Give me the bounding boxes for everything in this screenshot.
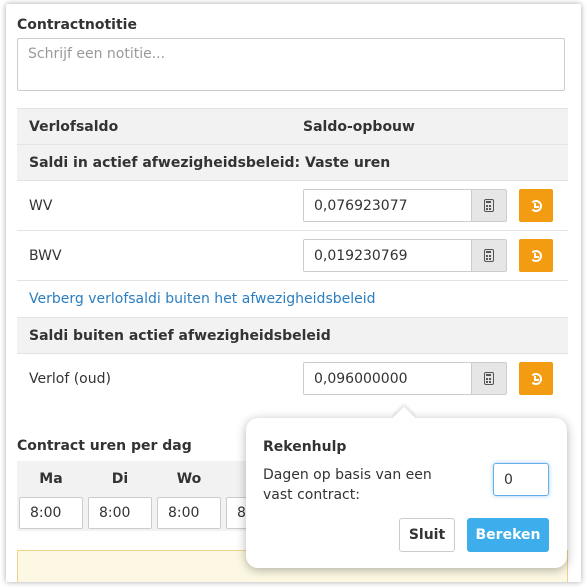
- day-name: Ma: [39, 471, 63, 487]
- days-input[interactable]: [493, 463, 549, 496]
- calculator-icon: [484, 199, 494, 212]
- table-row: BWV: [17, 230, 568, 281]
- group-active-heading: Saldi in actief afwezigheidsbeleid: Vast…: [17, 144, 568, 181]
- saldo-input-bwv[interactable]: [304, 240, 471, 271]
- calculator-icon: [484, 372, 494, 386]
- day-hours-input[interactable]: [19, 497, 83, 529]
- day-hours-input[interactable]: [88, 497, 152, 529]
- table-row: Verlof (oud): [17, 353, 568, 404]
- calculate-button[interactable]: Bereken: [467, 518, 549, 552]
- day-column: Wo: [155, 461, 223, 529]
- saldo-input-group: [303, 189, 507, 222]
- popover-title: Rekenhulp: [263, 439, 347, 455]
- saldo-input-group: [303, 362, 507, 396]
- calculator-popover: Rekenhulp Dagen op basis van een vast co…: [246, 406, 567, 568]
- contract-hours-label: Contract uren per dag: [17, 438, 192, 454]
- close-button[interactable]: Sluit: [399, 518, 455, 552]
- day-column: Ma: [17, 461, 85, 529]
- day-hours-input[interactable]: [157, 497, 221, 529]
- saldo-input-group: [303, 239, 507, 272]
- history-icon: [530, 372, 542, 385]
- group-outside-heading: Saldi buiten actief afwezigheidsbeleid: [17, 317, 568, 354]
- reset-button[interactable]: [519, 239, 553, 272]
- col-verlofsaldo: Verlofsaldo: [17, 108, 291, 145]
- saldo-name: Verlof (oud): [17, 353, 291, 404]
- calculator-button[interactable]: [471, 363, 506, 395]
- toggle-outside-link[interactable]: Verberg verlofsaldi buiten het afwezighe…: [29, 291, 376, 307]
- contract-panel: Contractnotitie Verlofsaldo Saldo-opbouw…: [6, 4, 581, 582]
- table-row: WV: [17, 180, 568, 231]
- saldo-table: Verlofsaldo Saldo-opbouw Saldi in actief…: [17, 108, 568, 404]
- history-icon: [530, 199, 542, 212]
- saldo-input-wv[interactable]: [304, 190, 471, 221]
- day-name: Di: [111, 471, 129, 487]
- day-name: Wo: [176, 471, 202, 487]
- note-label: Contractnotitie: [17, 17, 137, 33]
- history-icon: [530, 249, 542, 262]
- saldo-name: BWV: [17, 230, 291, 281]
- note-textarea[interactable]: [17, 38, 565, 91]
- calculator-icon: [484, 249, 494, 262]
- calculator-button[interactable]: [471, 240, 506, 271]
- reset-button[interactable]: [519, 362, 553, 396]
- popover-arrow: [392, 406, 416, 430]
- col-saldo-opbouw: Saldo-opbouw: [291, 108, 568, 145]
- saldo-input-verlof-oud[interactable]: [304, 363, 471, 395]
- reset-button[interactable]: [519, 189, 553, 222]
- calculator-button[interactable]: [471, 190, 506, 221]
- day-column: Di: [86, 461, 154, 529]
- popover-text: Dagen op basis van een vast contract:: [263, 467, 432, 503]
- saldo-name: WV: [17, 180, 291, 231]
